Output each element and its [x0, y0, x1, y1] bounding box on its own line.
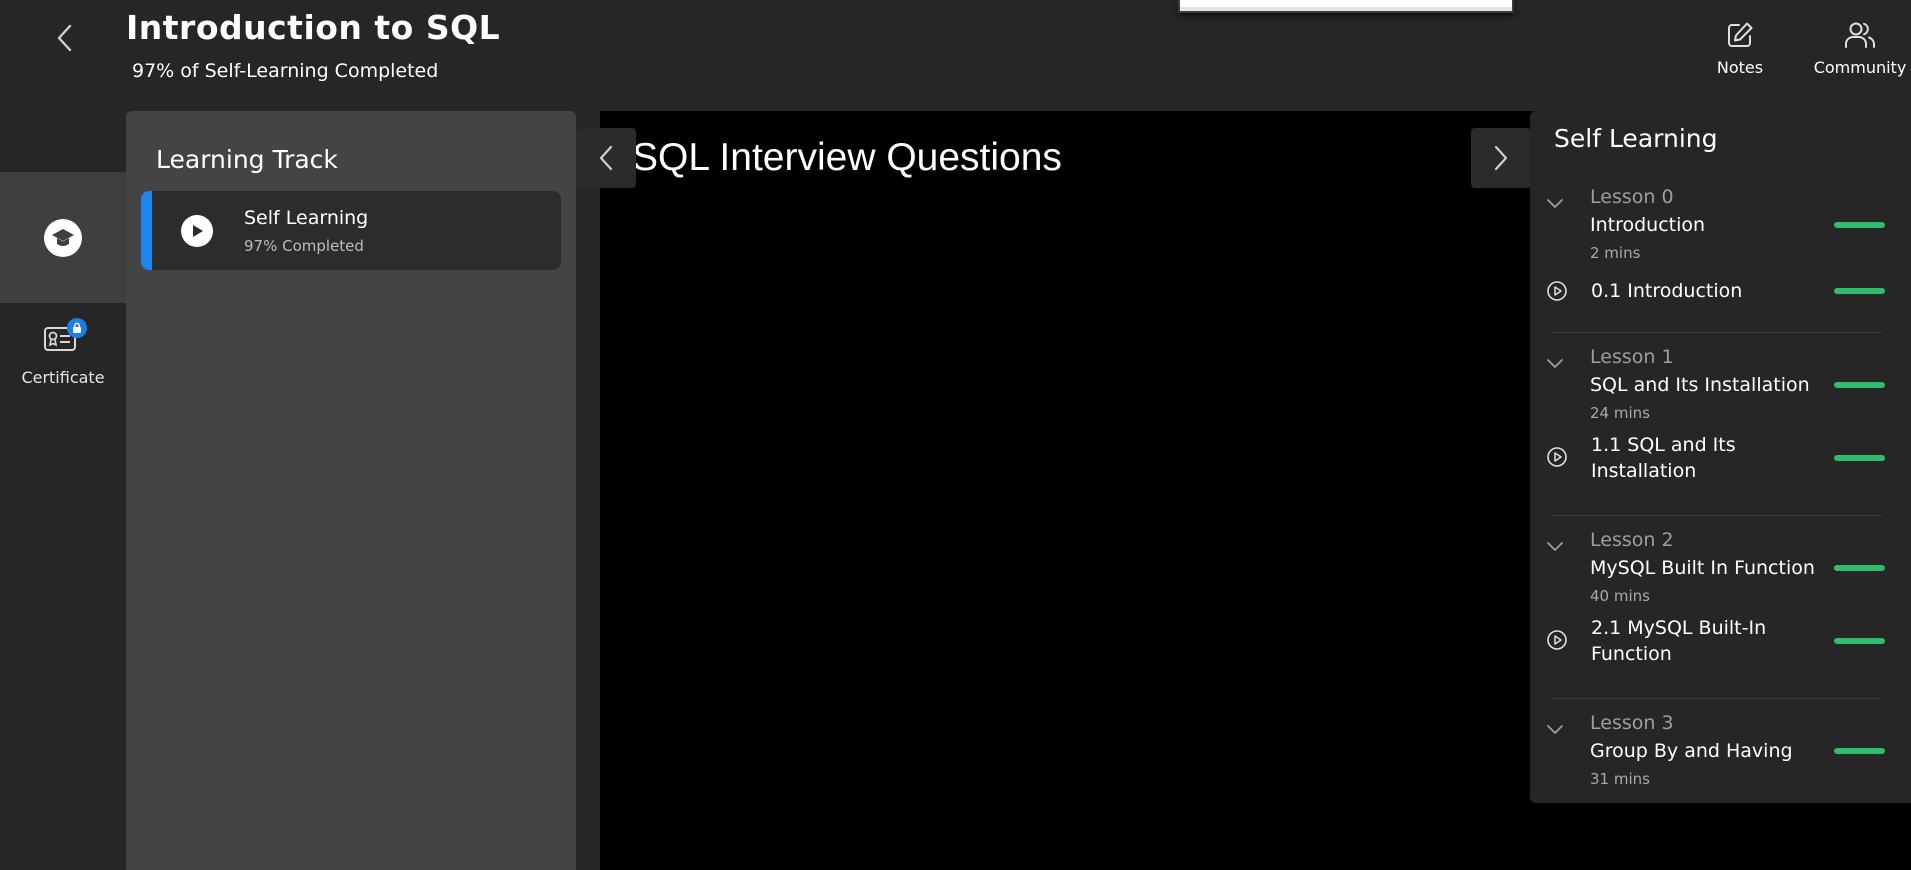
- sub-lesson-1-1[interactable]: 1.1 SQL and Its Installation: [1530, 432, 1911, 488]
- chevron-left-icon: [599, 145, 613, 171]
- lesson-progress-bar: [1834, 382, 1885, 388]
- lock-badge: [67, 318, 87, 338]
- sub-lesson-progress-bar: [1834, 288, 1885, 294]
- chevron-down-icon[interactable]: [1544, 352, 1566, 374]
- page: Introduction to SQL 97% of Self-Learning…: [0, 0, 1911, 870]
- sub-lesson-title: 2.1 MySQL Built-In Function: [1591, 617, 1767, 665]
- divider: [1552, 332, 1882, 333]
- lesson-duration: 31 mins: [1590, 770, 1650, 788]
- learning-track-title: Learning Track: [156, 145, 338, 174]
- self-learning-panel: Self Learning Lesson 0 Introduction 2 mi…: [1530, 111, 1911, 803]
- sub-lesson-progress-bar: [1834, 455, 1885, 461]
- lock-icon: [73, 322, 81, 333]
- lesson-number: Lesson 3: [1590, 712, 1674, 734]
- certificate-label: Certificate: [21, 368, 105, 387]
- chevron-down-icon[interactable]: [1544, 192, 1566, 214]
- floating-preview-thumbnail[interactable]: [1178, 0, 1514, 13]
- lesson-title: SQL and Its Installation: [1590, 374, 1810, 396]
- lesson-progress-bar: [1834, 748, 1885, 754]
- sub-lesson-title: 1.1 SQL and Its Installation: [1591, 434, 1736, 482]
- divider: [1552, 515, 1882, 516]
- play-circle-icon: [181, 215, 213, 247]
- self-learning-title: Self Learning: [1554, 124, 1718, 153]
- play-circle-outline-icon: [1547, 630, 1567, 650]
- graduation-cap-icon: [44, 218, 82, 257]
- sub-lesson-progress-bar: [1834, 638, 1885, 644]
- lesson-number: Lesson 1: [1590, 346, 1674, 368]
- rail-certificate-button[interactable]: Certificate: [0, 318, 126, 398]
- track-item-progress: 97% Completed: [244, 237, 364, 255]
- lesson-title: MySQL Built In Function: [1590, 557, 1815, 579]
- edit-note-icon: [1728, 22, 1753, 47]
- track-item-name: Self Learning: [244, 207, 369, 229]
- expand-panel-button[interactable]: [1471, 128, 1531, 188]
- lesson-0: Lesson 0 Introduction 2 mins: [1530, 186, 1911, 262]
- chevron-down-icon[interactable]: [1544, 718, 1566, 740]
- play-circle-outline-icon: [1547, 281, 1567, 301]
- chevron-left-icon: [57, 24, 72, 52]
- chevron-down-icon[interactable]: [1544, 535, 1566, 557]
- lesson-progress-bar: [1834, 565, 1885, 571]
- lesson-2: Lesson 2 MySQL Built In Function 40 mins: [1530, 529, 1911, 605]
- chevron-right-icon: [1494, 145, 1508, 171]
- back-button[interactable]: [44, 18, 84, 58]
- header: Introduction to SQL 97% of Self-Learning…: [0, 0, 1911, 110]
- lesson-title: Introduction: [1590, 214, 1706, 236]
- course-title: Introduction to SQL: [126, 8, 501, 47]
- sub-lesson-0-1[interactable]: 0.1 Introduction: [1530, 278, 1911, 308]
- lesson-duration: 24 mins: [1590, 404, 1650, 422]
- lesson-3: Lesson 3 Group By and Having 31 mins: [1530, 712, 1911, 792]
- active-indicator: [141, 191, 152, 270]
- video-slide-title: SQL Interview Questions: [632, 136, 1062, 179]
- users-icon: [1845, 22, 1875, 48]
- lesson-1: Lesson 1 SQL and Its Installation 24 min…: [1530, 346, 1911, 422]
- course-progress-text: 97% of Self-Learning Completed: [132, 60, 439, 82]
- learning-track-panel: Learning Track Self Learning 97% Complet…: [126, 111, 576, 870]
- lesson-number: Lesson 0: [1590, 186, 1674, 208]
- notes-button[interactable]: Notes: [1708, 20, 1772, 77]
- collapse-panel-button[interactable]: [576, 128, 636, 188]
- notes-label: Notes: [1716, 58, 1764, 77]
- track-item-self-learning[interactable]: Self Learning 97% Completed: [141, 191, 561, 270]
- rail-learning-track-button[interactable]: [0, 172, 126, 303]
- lesson-title: Group By and Having: [1590, 740, 1793, 762]
- community-label: Community: [1813, 58, 1907, 77]
- community-button[interactable]: Community: [1812, 20, 1908, 77]
- lesson-number: Lesson 2: [1590, 529, 1674, 551]
- sub-lesson-title: 0.1 Introduction: [1591, 280, 1743, 302]
- lesson-duration: 2 mins: [1590, 244, 1641, 262]
- lesson-duration: 40 mins: [1590, 587, 1650, 605]
- play-circle-outline-icon: [1547, 447, 1567, 467]
- lesson-progress-bar: [1834, 222, 1885, 228]
- preview-bar: [1180, 7, 1512, 11]
- sub-lesson-2-1[interactable]: 2.1 MySQL Built-In Function: [1530, 615, 1911, 671]
- divider: [1552, 698, 1882, 699]
